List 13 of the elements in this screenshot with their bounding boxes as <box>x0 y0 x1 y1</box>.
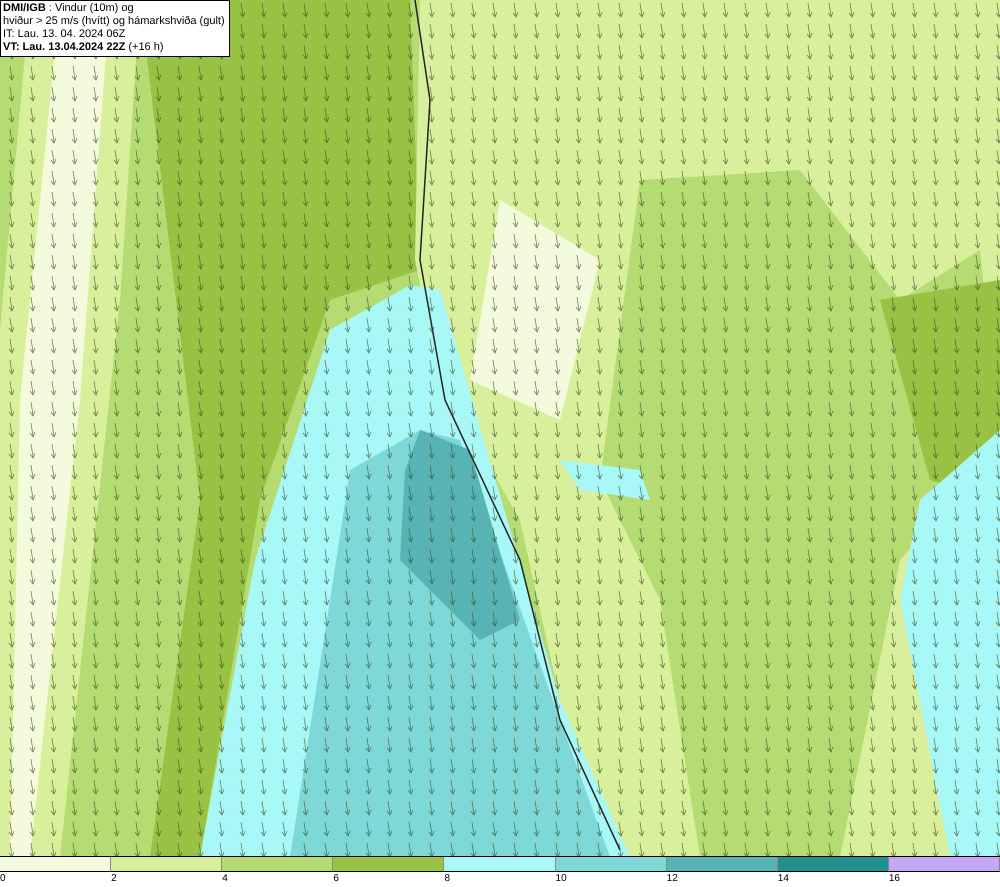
legend-tick-label: 6 <box>333 872 339 886</box>
legend-tick-label: 4 <box>222 872 228 886</box>
legend-tick-label: 14 <box>778 872 789 886</box>
legend-tick-label: 0 <box>0 872 6 886</box>
header-line: hviður > 25 m/s (hvítt) og hámarkshviða (gult) <box>3 15 225 28</box>
header-line: VT: Lau. 13.04.2024 22Z (+16 h) <box>3 41 165 54</box>
legend-tick-label: 16 <box>888 872 900 886</box>
legend-tick-label: 10 <box>556 872 567 886</box>
legend-tick-label: 2 <box>111 872 117 886</box>
legend-tick-label: 12 <box>666 872 678 886</box>
header-line: DMI/IGB : Vindur (10m) og <box>3 2 135 15</box>
header-line: IT: Lau. 13. 04. 2024 06Z <box>3 28 126 41</box>
legend-tick-label: 8 <box>444 872 450 886</box>
